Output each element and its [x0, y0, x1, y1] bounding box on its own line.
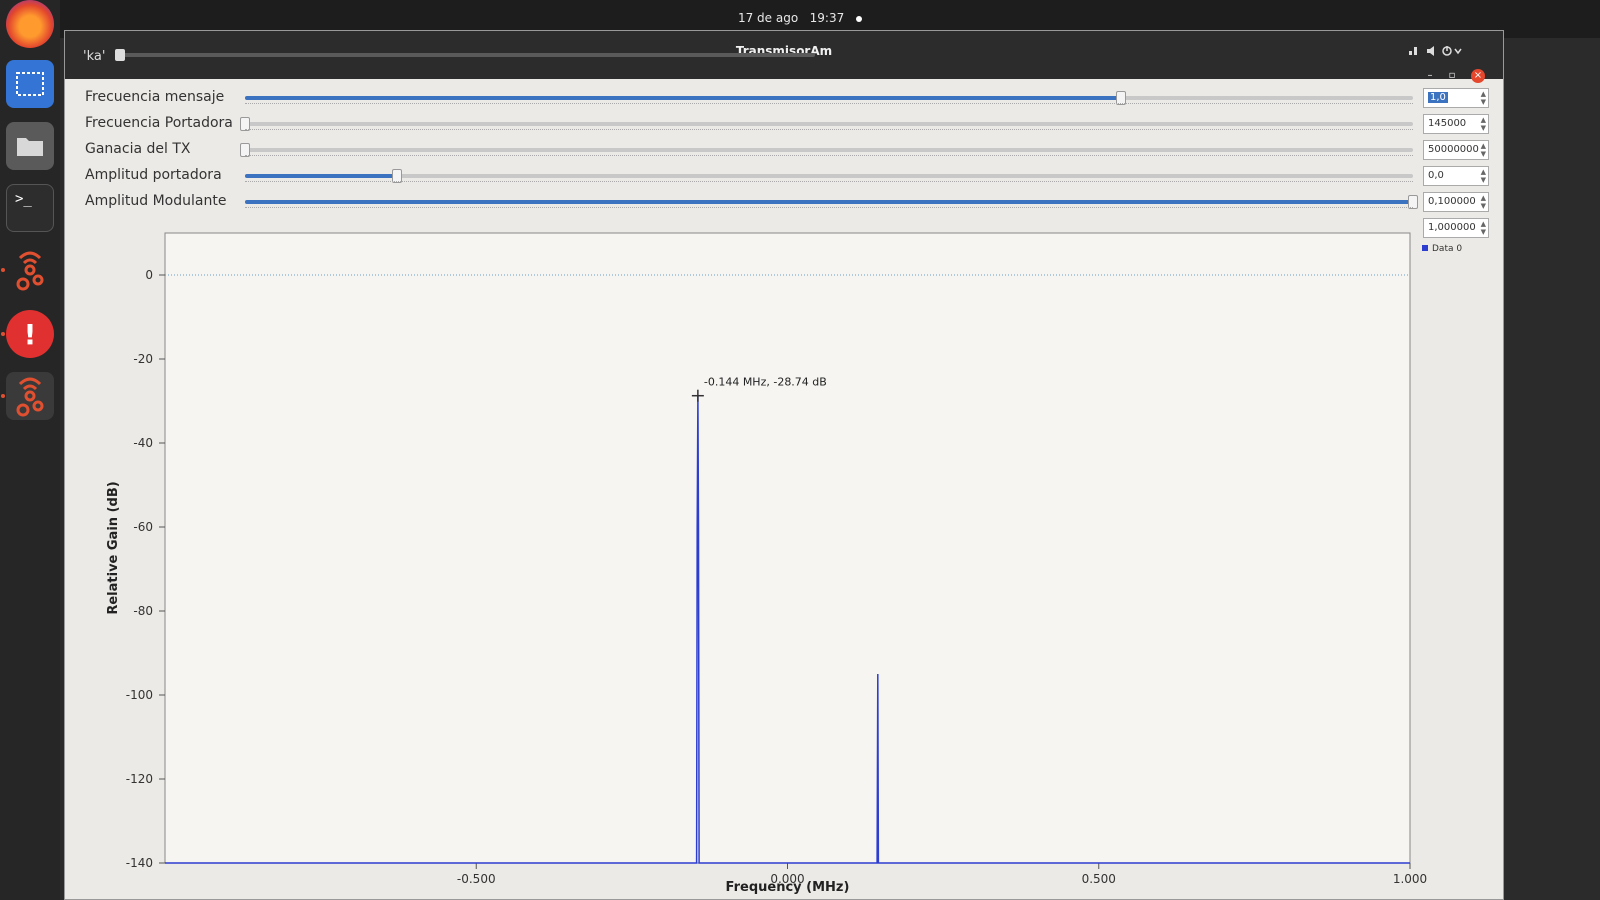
- spinbox-value: 0,100000: [1428, 196, 1476, 207]
- alert-icon[interactable]: !: [6, 310, 54, 358]
- ganacia-del-tx-spinbox[interactable]: 50000000 ▲ ▼: [1423, 140, 1489, 160]
- slider-ticks: [245, 103, 1413, 106]
- amplitud-portadora-spinbox[interactable]: 0,0 ▲ ▼: [1423, 166, 1489, 186]
- spinbox-arrows-icon[interactable]: ▲ ▼: [1481, 194, 1486, 210]
- control-label: Frecuencia mensaje: [85, 89, 225, 105]
- plot-area[interactable]: [164, 232, 1411, 864]
- spinbox-arrows-icon[interactable]: ▲ ▼: [1481, 116, 1486, 132]
- gnuradio-logo-icon: [16, 251, 44, 291]
- x-axis-label: Frequency (MHz): [726, 880, 850, 895]
- gnuradio-logo-icon: [16, 377, 44, 417]
- network-icon: [1409, 47, 1417, 55]
- y-tick-label: -120: [126, 772, 153, 786]
- frecuencia-mensaje-slider[interactable]: [245, 91, 1413, 105]
- dock: >_ !: [0, 0, 60, 900]
- maximize-button[interactable]: ▫: [1445, 69, 1459, 83]
- volume-icon: [1427, 46, 1434, 56]
- x-axis-ticks: -0.500 0.000 0.500 1.000: [457, 863, 1427, 886]
- slider-ticks: [245, 207, 1413, 210]
- control-label: Ganacia del TX: [85, 141, 191, 157]
- terminal-glyph: >_: [15, 191, 32, 207]
- control-ganacia-del-tx: Ganacia del TX 50000000 ▲ ▼: [65, 137, 1503, 163]
- dock-running-indicator: [1, 268, 5, 272]
- frequency-plot-svg[interactable]: 0-20-40-60-80-100-120-140 -0.500 0.000 0.5…: [65, 223, 1503, 899]
- control-label: Amplitud portadora: [85, 167, 222, 183]
- terminal-icon[interactable]: >_: [6, 184, 54, 232]
- spinbox-arrows-icon[interactable]: ▲ ▼: [1481, 90, 1486, 106]
- minimize-button[interactable]: –: [1423, 69, 1437, 83]
- power-icon: [1442, 46, 1452, 56]
- x-tick-label: 0.500: [1082, 872, 1116, 886]
- x-tick-label: -0.500: [457, 872, 496, 886]
- spinbox-value: 1,0: [1428, 92, 1448, 103]
- spinbox-value: 50000000: [1428, 144, 1479, 155]
- frecuencia-mensaje-spinbox[interactable]: 1,0 ▲ ▼: [1423, 88, 1489, 108]
- frecuencia-portadora-spinbox[interactable]: 145000 ▲ ▼: [1423, 114, 1489, 134]
- control-frecuencia-mensaje: Frecuencia mensaje 1,0 ▲ ▼: [65, 85, 1503, 111]
- spinbox-arrows-icon[interactable]: ▲ ▼: [1481, 168, 1486, 184]
- close-button[interactable]: ×: [1471, 69, 1485, 83]
- legend-label[interactable]: Data 0: [1432, 244, 1462, 254]
- gnuradio-active-icon[interactable]: [6, 372, 54, 420]
- frequency-plot[interactable]: 0 -20 -40 -60 -80 -100 -120 -140 -0.500 0.000 0.5…: [65, 223, 1503, 900]
- dock-running-indicator: [1, 394, 5, 398]
- gnuradio-icon[interactable]: [6, 246, 54, 294]
- x-tick-label: 1.000: [1393, 872, 1427, 886]
- clock-time: 19:37: [809, 11, 845, 25]
- clock-date: 17 de ago: [737, 11, 799, 25]
- y-tick-label: -20: [133, 352, 153, 366]
- y-tick-label: -80: [133, 604, 153, 618]
- folder-icon: [17, 138, 43, 156]
- ka-slider[interactable]: [115, 49, 815, 61]
- slider-fill: [245, 200, 1413, 204]
- app-window: TransmisorAm 'ka' – ▫ × Frecuencia mensa…: [64, 30, 1504, 900]
- amplitud-modulante-slider[interactable]: [245, 195, 1418, 209]
- slider-fill: [245, 174, 397, 178]
- ka-slider-handle[interactable]: [115, 49, 125, 61]
- firefox-icon[interactable]: [6, 0, 54, 48]
- slider-ticks: [245, 129, 1413, 132]
- slider-ticks: [245, 181, 1413, 184]
- system-tray[interactable]: [1407, 45, 1463, 57]
- spinbox-arrows-icon[interactable]: ▲ ▼: [1481, 142, 1486, 158]
- amplitud-portadora-slider[interactable]: [245, 169, 1413, 183]
- control-label: Frecuencia Portadora: [85, 115, 233, 131]
- marker-label: -0.144 MHz, -28.74 dB: [704, 376, 827, 389]
- control-frecuencia-portadora: Frecuencia Portadora 145000 ▲ ▼: [65, 111, 1503, 137]
- y-axis-label: Relative Gain (dB): [106, 481, 121, 614]
- legend-swatch: [1422, 245, 1428, 251]
- slider-ticks: [245, 155, 1413, 158]
- y-tick-label: -100: [126, 688, 153, 702]
- amplitud-modulante-spinbox[interactable]: 0,100000 ▲ ▼: [1423, 192, 1489, 212]
- ganacia-del-tx-slider[interactable]: [240, 143, 1413, 157]
- clock[interactable]: 17 de ago 19:37: [0, 11, 1600, 25]
- notification-dot-icon: [856, 15, 863, 22]
- files-icon[interactable]: [6, 122, 54, 170]
- y-tick-label: -40: [133, 436, 153, 450]
- control-amplitud-portadora: Amplitud portadora 0,0 ▲ ▼: [65, 163, 1503, 189]
- spinbox-value: 145000: [1428, 118, 1467, 129]
- y-axis-ticks: 0 -20 -40 -60 -80 -100 -120 -140: [126, 268, 165, 870]
- frecuencia-portadora-slider[interactable]: [240, 117, 1413, 131]
- screenshot-icon[interactable]: [6, 60, 54, 108]
- dock-running-indicator: [1, 332, 5, 336]
- y-tick-label: -140: [126, 856, 153, 870]
- spinbox-value: 0,0: [1428, 170, 1444, 181]
- screenshot-glyph-icon: [16, 72, 44, 96]
- ka-label: 'ka': [83, 49, 106, 64]
- y-tick-label: 0: [145, 268, 153, 282]
- control-label: Amplitud Modulante: [85, 193, 227, 209]
- control-amplitud-modulante: Amplitud Modulante 0,100000 ▲ ▼: [65, 189, 1503, 215]
- window-titlebar[interactable]: TransmisorAm 'ka' – ▫ ×: [65, 31, 1503, 83]
- y-tick-label: -60: [133, 520, 153, 534]
- legend[interactable]: Data 0: [1422, 244, 1462, 254]
- slider-fill: [245, 96, 1121, 100]
- chevron-down-icon: [1454, 48, 1462, 55]
